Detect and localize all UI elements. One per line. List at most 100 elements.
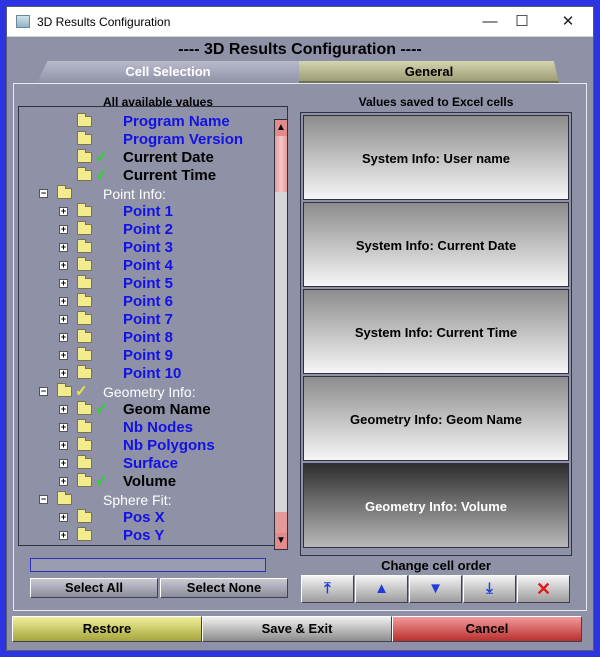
checkmark-icon: ✓: [95, 167, 108, 184]
expand-icon[interactable]: +: [59, 423, 68, 432]
tree-item[interactable]: + Point 10: [19, 365, 275, 383]
tree-item[interactable]: + Point 3: [19, 239, 275, 257]
checkmark-icon: ✓: [95, 401, 108, 418]
tree-item[interactable]: +Pos Z: [19, 545, 275, 546]
select-none-button[interactable]: Select None: [160, 578, 288, 598]
tree-item-label: Surface: [123, 455, 179, 472]
folder-icon: [77, 509, 92, 523]
saved-item-geom-name[interactable]: Geometry Info: Geom Name: [303, 376, 569, 461]
available-values-tree: Program Name Program Version ✓ Current Date…: [18, 106, 288, 546]
tab-cell-selection[interactable]: Cell Selection: [37, 61, 299, 83]
close-icon[interactable]: ✕: [553, 11, 583, 33]
tree-item[interactable]: + Surface: [19, 455, 275, 473]
folder-icon: [77, 167, 92, 181]
tree-category[interactable]: − Sphere Fit:: [19, 491, 275, 509]
folder-icon: [77, 131, 92, 145]
folder-icon: [77, 365, 92, 379]
scroll-track: [275, 512, 287, 534]
expand-icon[interactable]: +: [59, 351, 68, 360]
tree-item-label: Nb Polygons: [123, 437, 215, 454]
tree-item[interactable]: Program Name: [19, 113, 275, 131]
tab-general[interactable]: General: [299, 61, 559, 83]
tree-item[interactable]: + Nb Polygons: [19, 437, 275, 455]
tree-item[interactable]: + Point 2: [19, 221, 275, 239]
move-up-button[interactable]: ▲: [355, 575, 408, 603]
saved-item-current-date[interactable]: System Info: Current Date: [303, 202, 569, 287]
folder-icon: [77, 329, 92, 343]
scroll-down-icon[interactable]: ▼: [275, 533, 287, 549]
tree-item[interactable]: + Point 5: [19, 275, 275, 293]
folder-icon: [57, 491, 72, 505]
folder-icon: [77, 401, 92, 415]
tree-item[interactable]: + ✓ Geom Name: [19, 401, 275, 419]
collapse-icon[interactable]: −: [39, 495, 48, 504]
tree-category[interactable]: − Point Info:: [19, 185, 275, 203]
tree-item[interactable]: + Pos X: [19, 509, 275, 527]
tree-item[interactable]: + Point 8: [19, 329, 275, 347]
tree-item[interactable]: Program Version: [19, 131, 275, 149]
expand-icon[interactable]: +: [59, 459, 68, 468]
horizontal-scrollbar[interactable]: [30, 558, 266, 572]
saved-values-header: Values saved to Excel cells: [358, 95, 514, 109]
tree-item[interactable]: + Pos Y: [19, 527, 275, 545]
tree-item-label: Geom Name: [123, 401, 211, 418]
tree-item[interactable]: + ✓ Volume: [19, 473, 275, 491]
saved-item-volume[interactable]: Geometry Info: Volume: [303, 463, 569, 548]
maximize-icon[interactable]: ☐: [507, 11, 537, 33]
tree-item[interactable]: + Point 4: [19, 257, 275, 275]
expand-icon[interactable]: +: [59, 297, 68, 306]
tree-item[interactable]: ✓ Current Time: [19, 167, 275, 185]
tree-item[interactable]: + Point 9: [19, 347, 275, 365]
tree-item[interactable]: + Point 7: [19, 311, 275, 329]
saved-item-current-time[interactable]: System Info: Current Time: [303, 289, 569, 374]
expand-icon[interactable]: +: [59, 315, 68, 324]
expand-icon[interactable]: +: [59, 333, 68, 342]
tree-item-label: Point 6: [123, 293, 174, 310]
collapse-icon[interactable]: −: [39, 387, 48, 396]
delete-button[interactable]: ✕: [517, 575, 570, 603]
move-down-button[interactable]: ▼: [409, 575, 462, 603]
tree-item-label: Point 8: [123, 329, 174, 346]
move-top-button[interactable]: ⤒: [301, 575, 354, 603]
collapse-icon[interactable]: −: [39, 189, 48, 198]
expand-icon[interactable]: +: [59, 369, 68, 378]
tree-item[interactable]: + Point 6: [19, 293, 275, 311]
checkmark-icon: ✓: [95, 473, 108, 490]
saved-item-user-name[interactable]: System Info: User name: [303, 115, 569, 200]
expand-icon[interactable]: +: [59, 225, 68, 234]
expand-icon[interactable]: +: [59, 261, 68, 270]
tree-item-label: Nb Nodes: [123, 419, 194, 436]
tree-item[interactable]: + Nb Nodes: [19, 419, 275, 437]
app-icon: [16, 15, 30, 28]
tree-category[interactable]: − ✓ Geometry Info:: [19, 383, 275, 401]
expand-icon[interactable]: +: [59, 441, 68, 450]
tree-item-label: Current Date: [123, 149, 214, 166]
restore-button[interactable]: Restore: [12, 616, 202, 642]
tree-item[interactable]: + Point 1: [19, 203, 275, 221]
tree-item-label: Point 5: [123, 275, 174, 292]
tree-item-label: Point 2: [123, 221, 174, 238]
arrow-up-icon: ▲: [374, 580, 389, 597]
arrow-down-icon: ▼: [428, 580, 443, 597]
select-all-button[interactable]: Select All: [30, 578, 158, 598]
expand-icon[interactable]: +: [59, 243, 68, 252]
expand-icon[interactable]: +: [59, 531, 68, 540]
tree-scrollbar[interactable]: ▲ ▼: [274, 119, 288, 550]
expand-icon[interactable]: +: [59, 513, 68, 522]
scroll-up-icon[interactable]: ▲: [275, 120, 287, 136]
save-exit-button[interactable]: Save & Exit: [202, 616, 392, 642]
folder-icon: [77, 221, 92, 235]
folder-icon: [77, 311, 92, 325]
minimize-icon[interactable]: —: [475, 11, 505, 33]
page-title: ---- 3D Results Configuration ----: [178, 41, 422, 58]
scroll-thumb[interactable]: [275, 136, 287, 192]
expand-icon[interactable]: +: [59, 477, 68, 486]
move-bottom-button[interactable]: ⤓: [463, 575, 516, 603]
tree-item-label: Pos X: [123, 509, 165, 526]
expand-icon[interactable]: +: [59, 279, 68, 288]
cancel-button[interactable]: Cancel: [392, 616, 582, 642]
expand-icon[interactable]: +: [59, 207, 68, 216]
expand-icon[interactable]: +: [59, 405, 68, 414]
folder-icon: [77, 203, 92, 217]
tree-item[interactable]: ✓ Current Date: [19, 149, 275, 167]
